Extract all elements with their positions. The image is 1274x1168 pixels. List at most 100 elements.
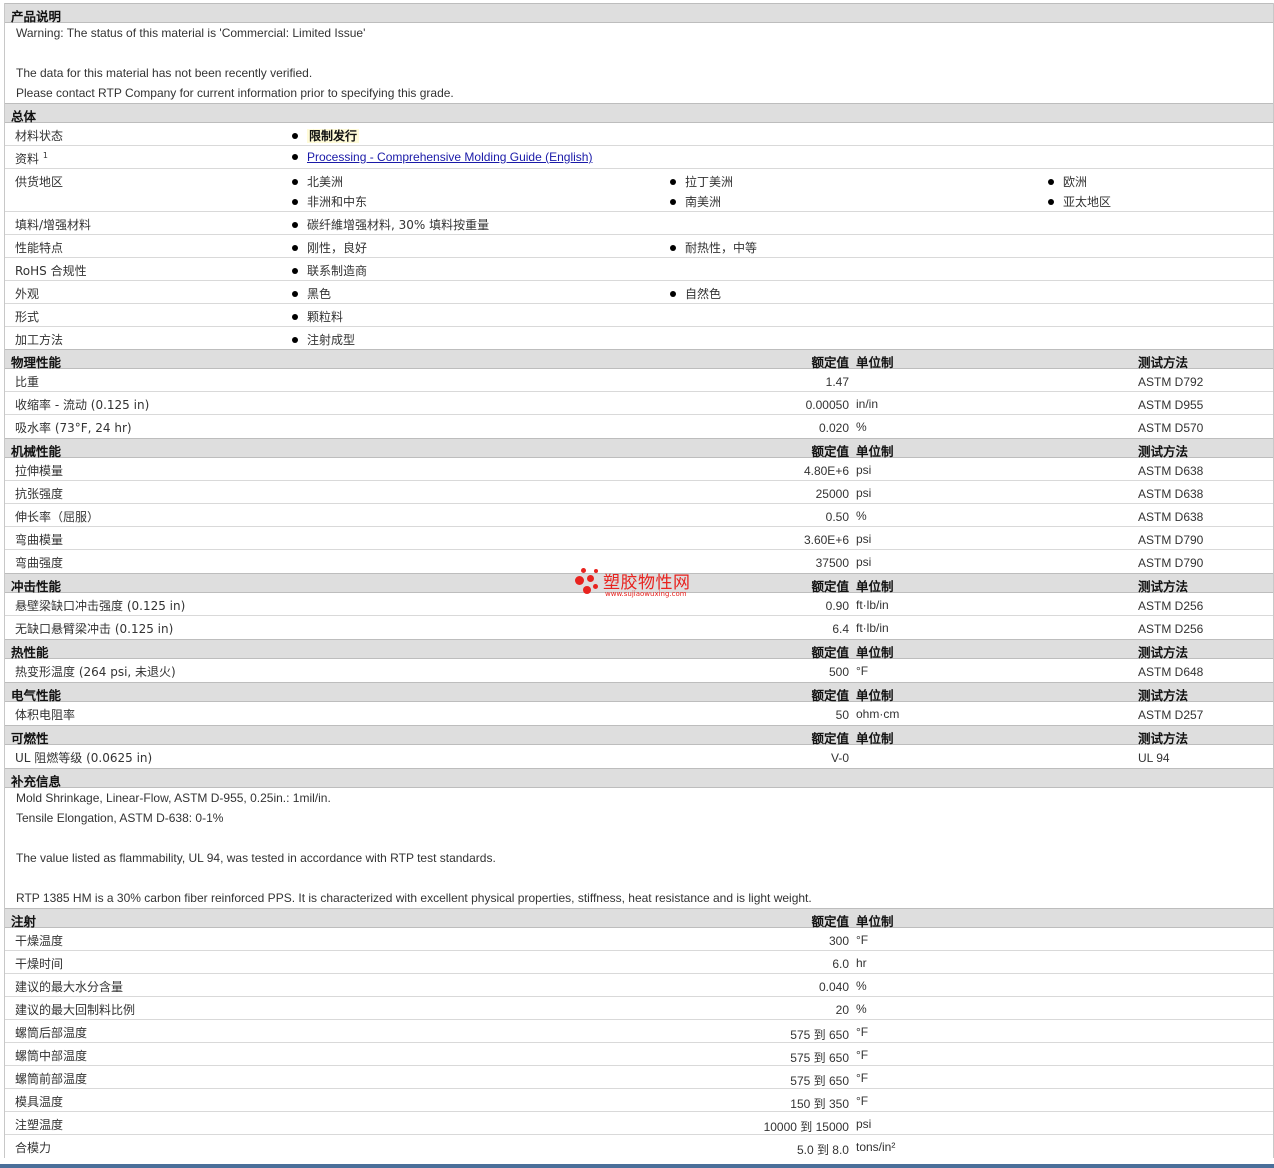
row-label: 性能特点 xyxy=(15,241,64,255)
list-item: 自然色 xyxy=(670,285,721,302)
list-item: 耐热性，中等 xyxy=(670,239,757,256)
row-label: 资料 1 xyxy=(15,151,48,166)
section-header-mechanical: 机械性能 额定值 单位制 测试方法 xyxy=(5,438,1273,459)
table-row: 干燥时间 6.0 hr xyxy=(5,951,1273,974)
desc-line: Please contact RTP Company for current i… xyxy=(16,86,454,100)
mechanical-rows: 拉伸模量 4.80E+6 psi ASTM D638 抗张强度 25000 psi ASTM… xyxy=(5,458,1273,573)
table-row: 体积电阻率 50 ohm·cm ASTM D257 xyxy=(15,707,1204,722)
row-label: RoHS 合规性 xyxy=(15,264,87,278)
row-value: 颗粒料 xyxy=(292,308,343,325)
table-row: 弯曲模量 3.60E+6 psi ASTM D790 xyxy=(5,527,1273,550)
row-value: 碳纤維增强材料, 30% 填料按重量 xyxy=(292,216,489,233)
status-value: 限制发行 xyxy=(307,129,360,143)
logo-dots-icon xyxy=(575,566,601,600)
table-row: 无缺口悬臂梁冲击 (0.125 in) 6.4 ft·lb/in ASTM D256 xyxy=(15,621,1204,636)
bullet-icon xyxy=(292,244,298,251)
section-title: 补充信息 xyxy=(11,774,62,789)
section-title: 产品说明 xyxy=(11,9,62,24)
row-label: 填料/增强材料 xyxy=(15,218,92,232)
table-row: 建议的最大水分含量 0.040% xyxy=(5,974,1273,997)
general-row-form: 形式 颗粒料 xyxy=(5,304,1273,327)
table-row: 热变形温度 (264 psi, 未退火) 500 °F ASTM D648 xyxy=(15,664,1204,679)
general-row-rohs: RoHS 合规性 联系制造商 xyxy=(5,258,1273,281)
bullet-icon xyxy=(292,221,298,228)
table-row: 伸长率（屈服） 0.50% ASTM D638 xyxy=(5,504,1273,527)
row-value: 联系制造商 xyxy=(292,262,367,279)
injection-rows: 干燥温度 300 °F 干燥时间 6.0 hr 建议的最大水分含量 0.040% 建议的最… xyxy=(5,928,1273,1158)
section-header-flammability: 可燃性 额定值 单位制 测试方法 xyxy=(5,725,1273,746)
section-header-injection: 注射 额定值 单位制 xyxy=(5,908,1273,929)
supplement-line: The value listed as flammability, UL 94,… xyxy=(16,851,496,865)
table-row: 建议的最大回制料比例 20% xyxy=(5,997,1273,1020)
physical-rows: 比重 1.47 ASTM D792 收缩率 - 流动 (0.125 in) 0.000… xyxy=(5,369,1273,438)
general-row-status: 材料状态 限制发行 xyxy=(5,123,1273,146)
row-value: 限制发行 xyxy=(292,127,360,144)
section-header-thermal: 热性能 额定值 单位制 测试方法 xyxy=(5,639,1273,660)
general-row-features: 性能特点 刚性，良好 耐热性，中等 xyxy=(5,235,1273,258)
bullet-icon xyxy=(292,267,298,274)
supplement-line: Tensile Elongation, ASTM D-638: 0-1% xyxy=(16,811,224,825)
table-row: 拉伸模量 4.80E+6 psi ASTM D638 xyxy=(5,458,1273,481)
table-row: 干燥温度 300 °F xyxy=(5,928,1273,951)
table-row: 合模力 5.0 到 8.0 tons/in² xyxy=(15,1140,896,1157)
section-header-physical: 物理性能 额定值 单位制 测试方法 xyxy=(5,349,1273,370)
supplement-line xyxy=(5,868,1273,888)
desc-line: The data for this material has not been … xyxy=(16,66,313,80)
table-row: 螺筒后部温度 575 到 650 °F xyxy=(5,1020,1273,1043)
section-header-supplement: 补充信息 xyxy=(5,768,1273,789)
row-value: 注射成型 xyxy=(292,331,355,348)
bullet-icon xyxy=(292,198,298,205)
list-item: 北美洲 xyxy=(292,173,343,190)
general-row-method: 加工方法 注射成型 xyxy=(5,327,1273,349)
bullet-icon xyxy=(292,178,298,185)
bullet-icon xyxy=(1048,178,1054,185)
bullet-icon xyxy=(670,198,676,205)
bullet-icon xyxy=(670,290,676,297)
section-header-description: 产品说明 xyxy=(5,3,1273,24)
row-label: 外观 xyxy=(15,287,40,301)
supplement-line xyxy=(5,828,1273,848)
table-row: 注塑温度 10000 到 15000 psi xyxy=(5,1112,1273,1135)
table-row: 收缩率 - 流动 (0.125 in) 0.00050 in/in ASTM D955 xyxy=(5,392,1273,415)
list-item: 刚性，良好 xyxy=(292,239,367,256)
supplement-line: Mold Shrinkage, Linear-Flow, ASTM D-955,… xyxy=(16,791,331,805)
bullet-icon xyxy=(292,336,298,343)
row-label: 加工方法 xyxy=(15,333,64,347)
list-item: 黑色 xyxy=(292,285,331,302)
row-label: 供货地区 xyxy=(15,175,64,189)
bottom-edge-bar xyxy=(0,1164,1274,1168)
general-row-filler: 填料/增强材料 碳纤維增强材料, 30% 填料按重量 xyxy=(5,212,1273,235)
bullet-icon xyxy=(292,313,298,320)
watermark-url: www.sujiaowuxing.com xyxy=(605,590,687,598)
desc-line xyxy=(5,43,1273,63)
list-item: 亚太地区 xyxy=(1048,193,1111,210)
watermark-logo: 塑胶物性网 www.sujiaowuxing.com xyxy=(575,566,715,602)
table-row: 抗张强度 25000 psi ASTM D638 xyxy=(5,481,1273,504)
general-row-supply: 供货地区 北美洲 拉丁美洲 欧洲 非洲和中东 南美洲 亚太地区 xyxy=(5,169,1273,212)
list-item: 欧洲 xyxy=(1048,173,1087,190)
bullet-icon xyxy=(670,244,676,251)
table-row: 比重 1.47 ASTM D792 xyxy=(5,369,1273,392)
supplement-line: RTP 1385 HM is a 30% carbon fiber reinfo… xyxy=(16,891,812,905)
row-label: 材料状态 xyxy=(15,129,64,143)
general-row-appearance: 外观 黑色 自然色 xyxy=(5,281,1273,304)
bullet-icon xyxy=(1048,198,1054,205)
table-row: 模具温度 150 到 350 °F xyxy=(5,1089,1273,1112)
table-row: UL 阻燃等级 (0.0625 in) V-0 UL 94 xyxy=(15,751,1170,765)
bullet-icon xyxy=(670,178,676,185)
section-header-general: 总体 xyxy=(5,103,1273,124)
bullet-icon xyxy=(292,132,298,139)
list-item: 非洲和中东 xyxy=(292,193,367,210)
list-item: 南美洲 xyxy=(670,193,721,210)
table-row: 螺筒中部温度 575 到 650 °F xyxy=(5,1043,1273,1066)
processing-guide-link[interactable]: Processing - Comprehensive Molding Guide… xyxy=(307,150,592,164)
bullet-icon xyxy=(292,153,298,160)
row-label: 形式 xyxy=(15,310,40,324)
table-row: 螺筒前部温度 575 到 650 °F xyxy=(5,1066,1273,1089)
table-row: 吸水率 (73°F, 24 hr) 0.020% ASTM D570 xyxy=(15,420,1204,435)
bullet-icon xyxy=(292,290,298,297)
row-value: Processing - Comprehensive Molding Guide… xyxy=(292,150,592,164)
general-row-docs: 资料 1 Processing - Comprehensive Molding … xyxy=(5,146,1273,169)
desc-line: Warning: The status of this material is … xyxy=(16,26,366,40)
section-header-electrical: 电气性能 额定值 单位制 测试方法 xyxy=(5,682,1273,703)
